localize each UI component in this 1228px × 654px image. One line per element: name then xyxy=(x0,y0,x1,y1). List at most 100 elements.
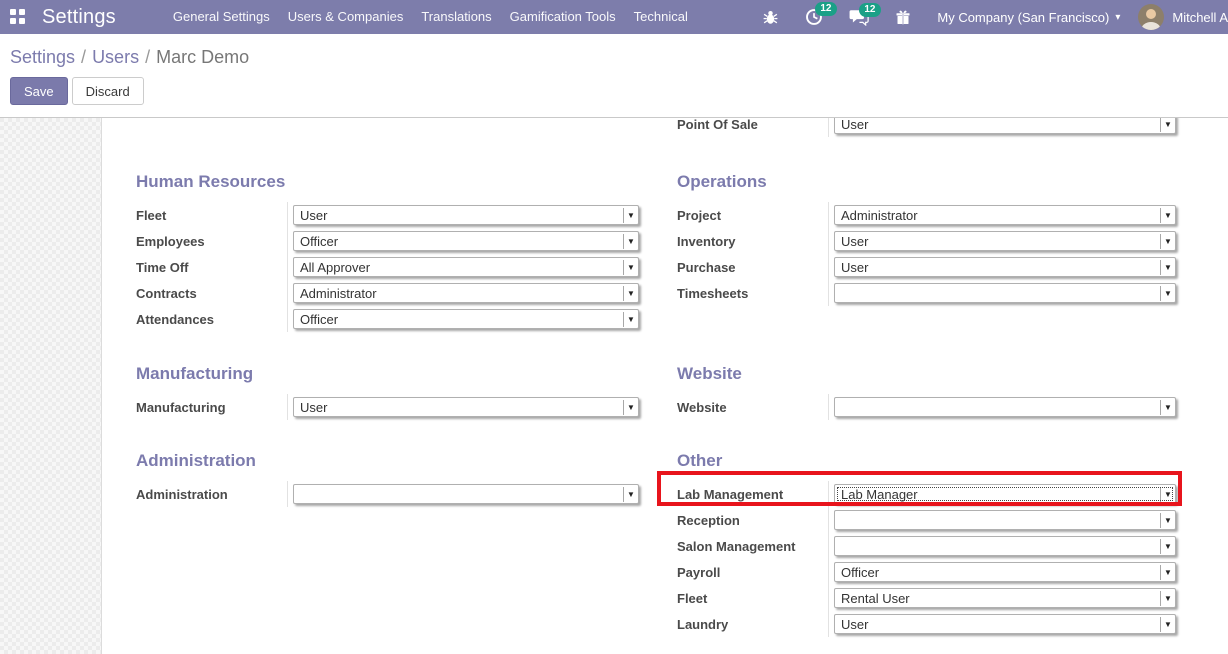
menu-item-technical[interactable]: Technical xyxy=(625,0,697,34)
field-label: Contracts xyxy=(136,280,288,306)
field-label: Administration xyxy=(136,481,288,507)
app-title[interactable]: Settings xyxy=(42,6,116,29)
background-pattern xyxy=(0,118,101,654)
field-row: Purchase User▼ xyxy=(677,254,1176,280)
dropdown-arrow-icon: ▼ xyxy=(1160,286,1175,301)
field-label: Website xyxy=(677,394,829,420)
other-laundry-select[interactable]: User▼ xyxy=(834,614,1176,634)
field-label: Fleet xyxy=(136,202,288,228)
form-sheet: Point Of Sale User ▼ Human Resources Fle… xyxy=(101,118,1228,654)
section-website: Website Website ▼ xyxy=(677,364,1176,420)
menu-item-users-companies[interactable]: Users & Companies xyxy=(279,0,413,34)
section-title: Manufacturing xyxy=(136,364,639,383)
gift-icon[interactable] xyxy=(895,9,911,26)
dropdown-arrow-icon: ▼ xyxy=(623,312,638,327)
screen: Settings General Settings Users & Compan… xyxy=(0,0,1228,654)
field-label: Attendances xyxy=(136,306,288,332)
field-label: Employees xyxy=(136,228,288,254)
dropdown-arrow-icon: ▼ xyxy=(1160,234,1175,249)
dropdown-arrow-icon: ▼ xyxy=(1160,208,1175,223)
website-select[interactable]: ▼ xyxy=(834,397,1176,417)
other-salon-management-select[interactable]: ▼ xyxy=(834,536,1176,556)
avatar xyxy=(1138,4,1164,30)
manufacturing-select[interactable]: User▼ xyxy=(293,397,639,417)
field-row: Manufacturing User▼ xyxy=(136,394,639,420)
field-row: Salon Management ▼ xyxy=(677,533,1176,559)
activity-clock-icon[interactable]: 12 xyxy=(805,8,823,26)
dropdown-arrow-icon: ▼ xyxy=(1160,260,1175,275)
form-buttons: Save Discard xyxy=(10,77,1228,105)
hr-employees-select[interactable]: Officer▼ xyxy=(293,231,639,251)
other-lab-management-select[interactable]: Lab Manager▼ xyxy=(834,484,1176,504)
field-label: Point Of Sale xyxy=(677,118,829,137)
form-content: Point Of Sale User ▼ Human Resources Fle… xyxy=(0,118,1228,654)
field-label: Purchase xyxy=(677,254,829,280)
field-row: Fleet User▼ xyxy=(136,202,639,228)
field-row: Employees Officer▼ xyxy=(136,228,639,254)
message-count-badge: 12 xyxy=(859,3,880,17)
dropdown-arrow-icon: ▼ xyxy=(1160,400,1175,415)
breadcrumb-current: Marc Demo xyxy=(156,47,249,67)
hr-time-off-select[interactable]: All Approver▼ xyxy=(293,257,639,277)
section-manufacturing: Manufacturing Manufacturing User▼ xyxy=(136,364,639,420)
section-title: Administration xyxy=(136,451,639,470)
systray: 12 12 My Company (San Francis xyxy=(762,4,1228,30)
field-row: Timesheets ▼ xyxy=(677,280,1176,306)
operations-project-select[interactable]: Administrator▼ xyxy=(834,205,1176,225)
dropdown-arrow-icon: ▼ xyxy=(623,260,638,275)
section-human-resources: Human Resources Fleet User▼ Employees Of… xyxy=(136,172,639,332)
operations-purchase-select[interactable]: User▼ xyxy=(834,257,1176,277)
company-name: My Company (San Francisco) xyxy=(937,10,1109,25)
chevron-down-icon: ▾ xyxy=(1115,12,1120,23)
hr-contracts-select[interactable]: Administrator▼ xyxy=(293,283,639,303)
section-title: Human Resources xyxy=(136,172,639,191)
section-title: Website xyxy=(677,364,1176,383)
company-switcher[interactable]: My Company (San Francisco) ▾ xyxy=(937,10,1120,25)
administration-select[interactable]: ▼ xyxy=(293,484,639,504)
section-other: Other Lab Management Lab Manager▼ Recept… xyxy=(677,451,1176,637)
other-fleet-select[interactable]: Rental User▼ xyxy=(834,588,1176,608)
save-button[interactable]: Save xyxy=(10,77,68,105)
other-payroll-select[interactable]: Officer▼ xyxy=(834,562,1176,582)
dropdown-arrow-icon: ▼ xyxy=(1160,487,1175,502)
field-row-point-of-sale: Point Of Sale User ▼ xyxy=(677,118,1176,137)
field-label: Inventory xyxy=(677,228,829,254)
field-row: Inventory User▼ xyxy=(677,228,1176,254)
field-row: Website ▼ xyxy=(677,394,1176,420)
discard-button[interactable]: Discard xyxy=(72,77,144,105)
field-row: Project Administrator▼ xyxy=(677,202,1176,228)
field-label: Salon Management xyxy=(677,533,829,559)
hr-fleet-select[interactable]: User▼ xyxy=(293,205,639,225)
section-title: Operations xyxy=(677,172,1176,191)
operations-timesheets-select[interactable]: ▼ xyxy=(834,283,1176,303)
activity-count-badge: 12 xyxy=(815,2,836,16)
breadcrumb-separator: / xyxy=(81,47,86,67)
control-panel: Settings/Users/Marc Demo Save Discard xyxy=(0,34,1228,118)
dropdown-arrow-icon: ▼ xyxy=(623,487,638,502)
dropdown-arrow-icon: ▼ xyxy=(1160,565,1175,580)
field-label: Timesheets xyxy=(677,280,829,306)
dropdown-arrow-icon: ▼ xyxy=(1160,118,1175,132)
menu-item-translations[interactable]: Translations xyxy=(412,0,500,34)
menu-item-gamification-tools[interactable]: Gamification Tools xyxy=(501,0,625,34)
other-reception-select[interactable]: ▼ xyxy=(834,510,1176,530)
user-menu[interactable]: Mitchell A xyxy=(1138,4,1228,30)
field-row: Time Off All Approver▼ xyxy=(136,254,639,280)
messages-icon[interactable]: 12 xyxy=(849,9,869,26)
dropdown-arrow-icon: ▼ xyxy=(1160,513,1175,528)
breadcrumb-users[interactable]: Users xyxy=(92,47,139,67)
point-of-sale-select[interactable]: User ▼ xyxy=(834,118,1176,134)
field-row: Reception ▼ xyxy=(677,507,1176,533)
field-row-lab-management: Lab Management Lab Manager▼ xyxy=(677,481,1176,507)
field-label: Project xyxy=(677,202,829,228)
field-label: Lab Management xyxy=(677,481,829,507)
hr-attendances-select[interactable]: Officer▼ xyxy=(293,309,639,329)
breadcrumb: Settings/Users/Marc Demo xyxy=(10,46,1228,68)
apps-grid-icon[interactable] xyxy=(10,9,26,25)
bug-icon[interactable] xyxy=(762,9,779,26)
field-row: Administration ▼ xyxy=(136,481,639,507)
breadcrumb-settings[interactable]: Settings xyxy=(10,47,75,67)
dropdown-arrow-icon: ▼ xyxy=(623,234,638,249)
operations-inventory-select[interactable]: User▼ xyxy=(834,231,1176,251)
menu-item-general-settings[interactable]: General Settings xyxy=(164,0,279,34)
